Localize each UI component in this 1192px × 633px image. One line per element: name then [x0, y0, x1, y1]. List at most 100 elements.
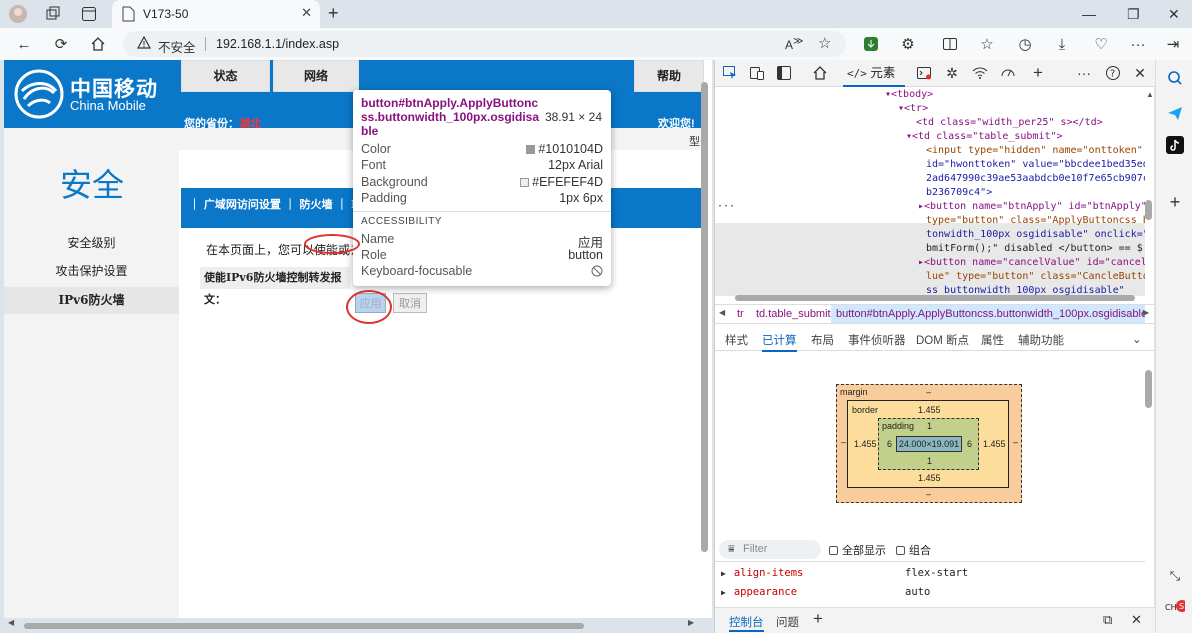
- warning-icon[interactable]: [137, 36, 151, 50]
- close-devtools-icon[interactable]: ✕: [1131, 64, 1149, 82]
- dock-side-icon[interactable]: [775, 64, 793, 82]
- tab-elements[interactable]: </> 元素: [843, 60, 905, 87]
- workspaces-icon[interactable]: [43, 4, 63, 24]
- downloads-icon[interactable]: ⤓: [1052, 34, 1072, 54]
- vertical-tabs-icon[interactable]: [79, 4, 99, 24]
- url-text[interactable]: 192.168.1.1/index.asp: [216, 37, 339, 51]
- dom-scroll-up-icon[interactable]: ▲: [1146, 90, 1154, 99]
- dom-line[interactable]: 2ad647990c39ae53aabdcb0e10f7e65cb907cd: [926, 172, 1145, 186]
- dom-line[interactable]: ▾<tbody>: [885, 88, 933, 102]
- issues-tab[interactable]: 问题: [776, 614, 799, 630]
- dom-line[interactable]: <input type="hidden" name="onttoken": [926, 144, 1143, 158]
- sources-bug-icon[interactable]: ✲: [943, 64, 961, 82]
- computed-prop-row[interactable]: ▶ appearance auto: [721, 586, 930, 598]
- more-tools-plus-icon[interactable]: +: [1029, 63, 1047, 82]
- breadcrumb-item-selected[interactable]: button#btnApply.ApplyButtoncss.buttonwid…: [831, 305, 1145, 323]
- breadcrumb-left-icon[interactable]: ◀: [719, 308, 725, 317]
- dom-line-selected[interactable]: ▸<button name="btnApply" id="btnApply": [918, 200, 1145, 214]
- dom-line[interactable]: type="button" class="ApplyButtoncss bu: [926, 214, 1145, 228]
- group-checkbox[interactable]: 组合: [896, 542, 931, 558]
- maximize-icon[interactable]: ❐: [1127, 6, 1140, 23]
- chevron-down-icon[interactable]: ⌄: [1132, 332, 1142, 346]
- dom-line[interactable]: <td class="width_per25" s></td>: [916, 116, 1103, 130]
- dom-line[interactable]: ▾<tr>: [898, 102, 928, 116]
- page-horizontal-scrollbar[interactable]: [24, 623, 584, 629]
- sub-nav-links[interactable]: ｜ 广域网访问设置 ｜ 防火墙 ｜ MAC: [189, 196, 381, 212]
- nav-item-ipv6-firewall[interactable]: IPv6防火墙: [4, 287, 179, 314]
- tiktok-icon[interactable]: [1165, 135, 1185, 155]
- breadcrumb-item[interactable]: tr: [737, 308, 744, 320]
- console-icon[interactable]: [915, 64, 933, 82]
- network-wifi-icon[interactable]: [971, 64, 989, 82]
- scroll-left-icon[interactable]: ◀: [8, 618, 14, 627]
- performance-icon[interactable]: [999, 64, 1017, 82]
- new-tab-icon[interactable]: +: [328, 3, 339, 24]
- split-screen-icon[interactable]: [940, 34, 960, 54]
- dom-line[interactable]: bmitForm();" disabled </button> == $: [926, 242, 1143, 256]
- close-window-icon[interactable]: ✕: [1168, 6, 1180, 23]
- breadcrumb-item[interactable]: td.table_submit: [756, 308, 831, 320]
- send-icon[interactable]: [1165, 103, 1185, 123]
- subtab-computed[interactable]: 已计算: [762, 332, 797, 352]
- inspect-element-icon[interactable]: [721, 64, 739, 82]
- subtab-accessibility[interactable]: 辅助功能: [1018, 332, 1064, 348]
- expand-arrow-icon[interactable]: ▶: [721, 588, 726, 597]
- history-icon[interactable]: ◷: [1015, 34, 1035, 54]
- search-icon[interactable]: [1165, 68, 1185, 88]
- back-icon[interactable]: ←: [14, 34, 34, 54]
- dom-line[interactable]: b236709c4">: [926, 186, 992, 200]
- browser-tab[interactable]: V173-50 ✕: [112, 0, 320, 28]
- filter-input[interactable]: ⩸ Filter: [719, 540, 821, 559]
- dom-line[interactable]: lue" type="button" class="CancleButton: [926, 270, 1145, 284]
- favorites-icon[interactable]: ☆: [977, 34, 997, 54]
- subtab-styles[interactable]: 样式: [725, 332, 748, 348]
- read-aloud-icon[interactable]: A≫: [785, 36, 803, 52]
- dom-line[interactable]: ▾<td class="table_submit">: [906, 130, 1063, 144]
- top-nav-network[interactable]: 网络: [273, 60, 359, 92]
- extension-download-icon[interactable]: [861, 34, 881, 54]
- console-tab[interactable]: 控制台: [729, 614, 764, 632]
- nav-item-attack-protection[interactable]: 攻击保护设置: [4, 258, 179, 285]
- dom-line[interactable]: tonwidth_100px osgidisable" onclick="Su: [926, 228, 1145, 242]
- welcome-home-icon[interactable]: [811, 64, 829, 82]
- add-sidebar-app-icon[interactable]: +: [1165, 192, 1185, 212]
- security-label[interactable]: 不安全: [158, 37, 196, 56]
- ime-indicator-icon[interactable]: CH S: [1165, 596, 1185, 616]
- minimize-icon[interactable]: —: [1082, 6, 1096, 22]
- page-vertical-scrollbar[interactable]: [701, 82, 708, 552]
- subtab-event-listeners[interactable]: 事件侦听器: [848, 332, 906, 348]
- device-emulation-icon[interactable]: [748, 64, 766, 82]
- dock-drawer-icon[interactable]: ⧉: [1103, 612, 1112, 628]
- devtools-more-icon[interactable]: ···: [1075, 64, 1093, 82]
- breadcrumb-right-icon[interactable]: ▶: [1143, 308, 1149, 317]
- add-drawer-tab-icon[interactable]: +: [813, 609, 823, 629]
- dom-line[interactable]: ▸<button name="cancelValue" id="cancelV: [918, 256, 1145, 270]
- subtab-layout[interactable]: 布局: [811, 332, 834, 348]
- refresh-icon[interactable]: ⟳: [51, 34, 71, 54]
- top-nav-status[interactable]: 状态: [181, 60, 270, 92]
- more-menu-icon[interactable]: ···: [1128, 34, 1148, 54]
- sidebar-collapse-icon[interactable]: ⤡: [1165, 566, 1185, 586]
- address-bar[interactable]: 不安全 192.168.1.1/index.asp A≫ ☆: [123, 31, 846, 57]
- extensions-icon[interactable]: ⚙: [898, 34, 918, 54]
- favorite-star-icon[interactable]: ☆: [818, 34, 831, 52]
- computed-prop-row[interactable]: ▶ align-items flex-start: [721, 567, 968, 579]
- subtab-dom-breakpoints[interactable]: DOM 断点: [916, 332, 969, 348]
- dom-vertical-scrollbar[interactable]: [1145, 200, 1152, 220]
- box-content[interactable]: 24.000×19.091: [896, 436, 962, 452]
- top-nav-help[interactable]: 帮助: [634, 60, 704, 92]
- dom-horizontal-scrollbar[interactable]: [735, 295, 1135, 301]
- dom-line[interactable]: id="hwonttoken" value="bbcdee1bed35ed8: [926, 158, 1145, 172]
- close-tab-icon[interactable]: ✕: [301, 5, 312, 21]
- collapsed-dots-icon[interactable]: ···: [717, 200, 735, 214]
- subtab-properties[interactable]: 属性: [981, 332, 1004, 348]
- scroll-right-icon[interactable]: ▶: [688, 618, 694, 627]
- cancel-button[interactable]: 取消: [393, 293, 427, 313]
- browser-essentials-icon[interactable]: ♡: [1091, 34, 1111, 54]
- help-icon[interactable]: ?: [1104, 64, 1122, 82]
- computed-scrollbar[interactable]: [1145, 370, 1152, 408]
- close-drawer-icon[interactable]: ✕: [1131, 612, 1142, 628]
- profile-avatar[interactable]: [8, 4, 28, 24]
- home-icon[interactable]: [88, 34, 108, 54]
- nav-item-security-level[interactable]: 安全级别: [4, 230, 179, 257]
